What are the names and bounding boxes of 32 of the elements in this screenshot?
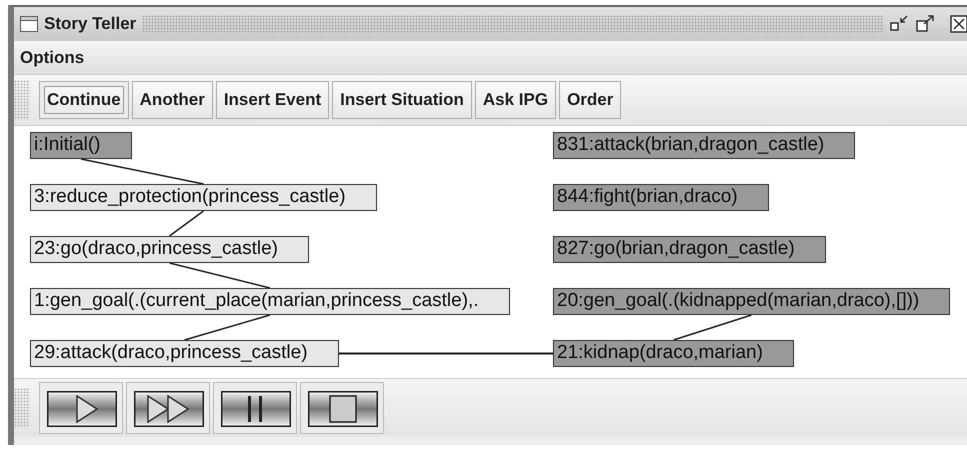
event-node[interactable]: 3:reduce_protection(princess_castle) bbox=[30, 184, 377, 211]
menu-item[interactable]: Options bbox=[20, 44, 84, 70]
toolbar-button[interactable]: Insert Event bbox=[216, 81, 330, 119]
pause-icon bbox=[248, 396, 262, 422]
event-node[interactable]: 21:kidnap(draco,marian) bbox=[553, 340, 794, 367]
close-icon[interactable] bbox=[950, 15, 967, 33]
playback-button[interactable] bbox=[300, 382, 384, 434]
toolbar-button[interactable]: Ask IPG bbox=[474, 81, 556, 119]
event-node[interactable]: 827:go(brian,dragon_castle) bbox=[553, 236, 826, 263]
play-icon bbox=[76, 394, 98, 424]
playback-button[interactable] bbox=[213, 382, 297, 434]
event-node[interactable]: 29:attack(draco,princess_castle) bbox=[30, 340, 339, 367]
fast-forward-icon bbox=[147, 394, 190, 424]
toolbar-button[interactable]: Order bbox=[559, 81, 622, 119]
playback-button[interactable] bbox=[126, 382, 210, 434]
window-title: Story Teller bbox=[44, 13, 136, 36]
event-node[interactable]: 844:fight(brian,draco) bbox=[553, 184, 769, 211]
toolbar-button[interactable]: Continue bbox=[39, 81, 129, 119]
toolbar-grip[interactable] bbox=[14, 388, 30, 428]
event-node[interactable]: 23:go(draco,princess_castle) bbox=[30, 236, 309, 263]
playback-button[interactable] bbox=[39, 382, 123, 434]
toolbar-button[interactable]: Insert Situation bbox=[332, 81, 472, 119]
stop-icon bbox=[329, 395, 357, 423]
maximize-icon[interactable] bbox=[916, 15, 936, 33]
toolbar-button[interactable]: Another bbox=[132, 81, 213, 119]
event-node[interactable]: 20:gen_goal(.(kidnapped(marian,draco),[])) bbox=[553, 288, 950, 315]
event-node[interactable]: i:Initial() bbox=[30, 132, 132, 159]
event-node[interactable]: 831:attack(brian,dragon_castle) bbox=[553, 132, 856, 159]
toolbar-grip[interactable] bbox=[14, 80, 30, 120]
minimize-icon[interactable] bbox=[890, 15, 910, 33]
event-node[interactable]: 1:gen_goal(.(current_place(marian,princess_castle),. bbox=[30, 288, 510, 315]
window-icon bbox=[20, 16, 38, 32]
